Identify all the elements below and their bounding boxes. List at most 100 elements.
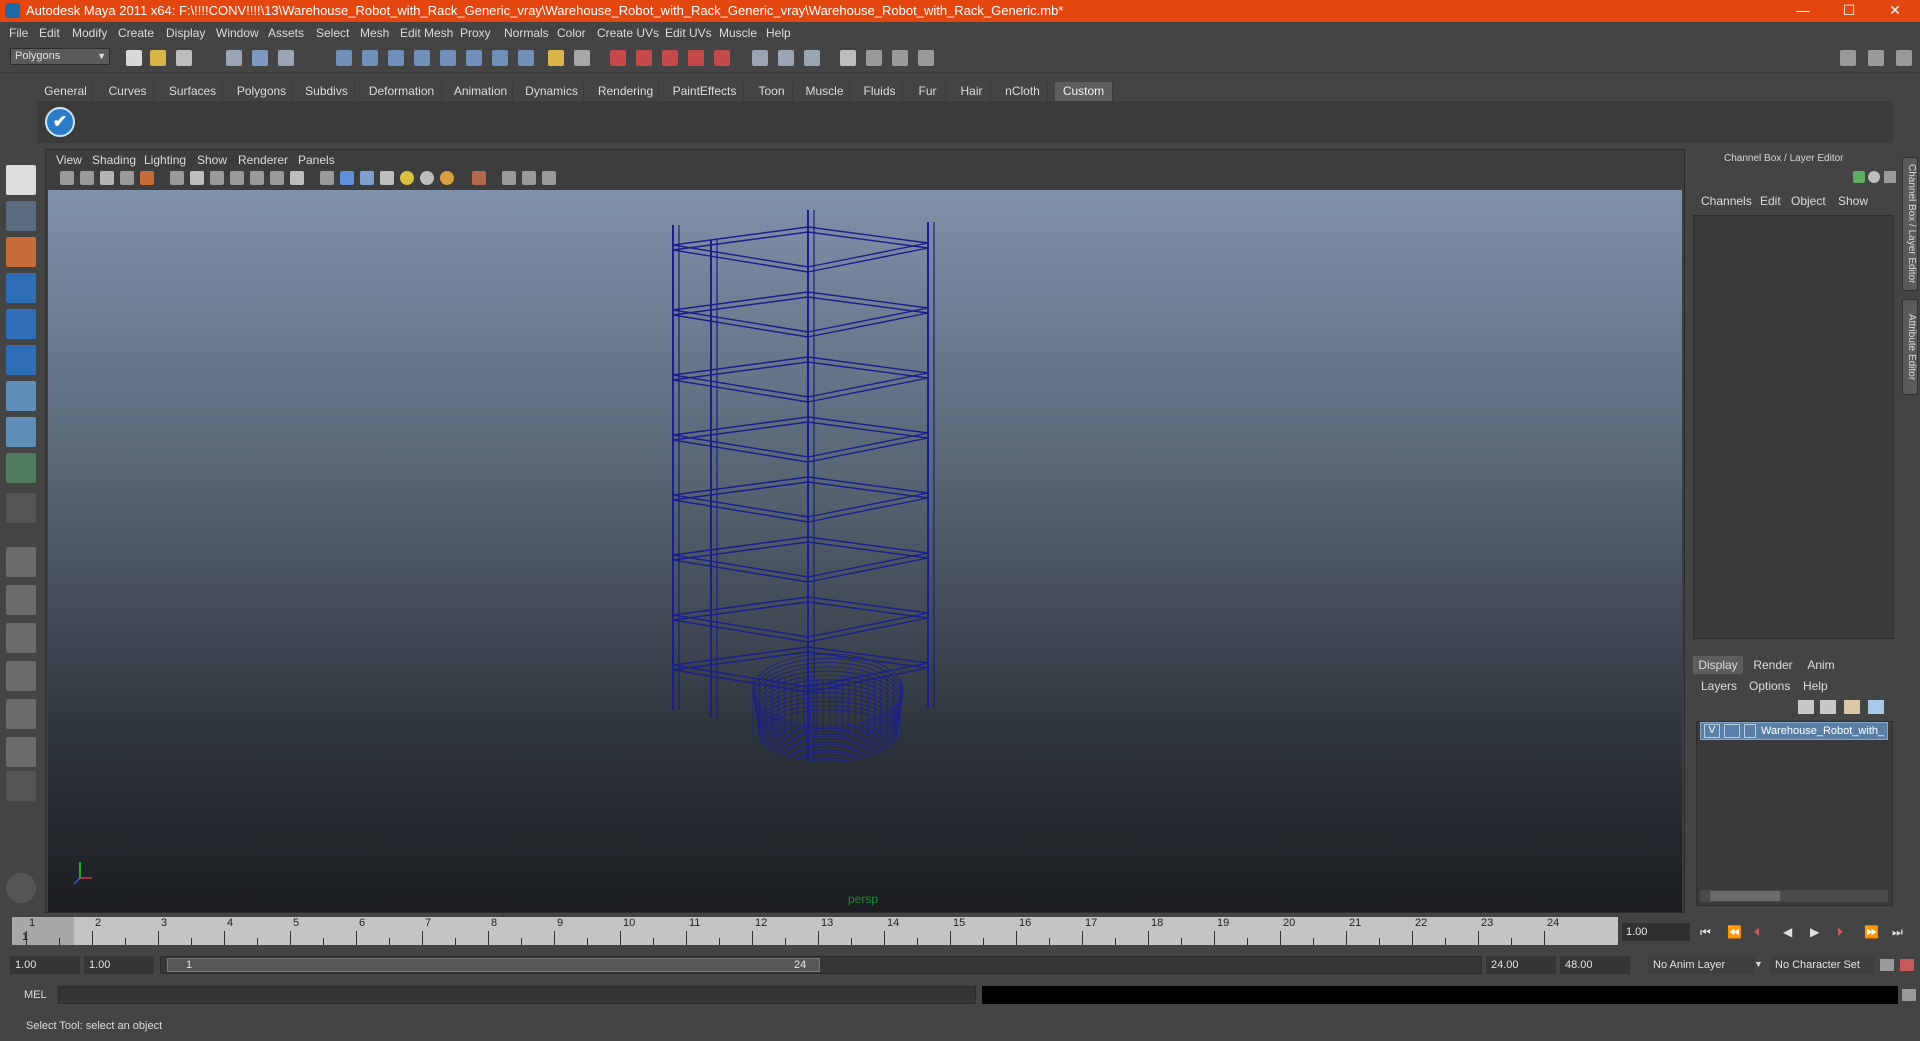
shelf-tab-animation[interactable]: Animation <box>449 82 513 101</box>
show-manipulator-icon[interactable] <box>6 453 36 483</box>
go-to-end-button[interactable]: ⏭ <box>1892 925 1903 940</box>
shelf-tab-polygons[interactable]: Polygons <box>232 82 292 101</box>
select-object-icon[interactable] <box>252 50 268 66</box>
new-layer-selected-icon[interactable] <box>1868 700 1884 714</box>
move-layer-down-icon[interactable] <box>1820 700 1836 714</box>
dope-sheet-icon[interactable] <box>866 50 882 66</box>
selection-mask-icon[interactable] <box>574 50 590 66</box>
universal-manipulator-icon[interactable] <box>6 381 36 411</box>
play-backwards-button[interactable]: ◀ <box>1783 925 1792 939</box>
start-time-field[interactable]: 1.00 <box>10 956 80 974</box>
select-component-icon[interactable] <box>278 50 294 66</box>
menu-color[interactable]: Color <box>557 26 586 40</box>
menu-file[interactable]: File <box>9 26 28 40</box>
side-tab-channel-box[interactable]: Channel Box / Layer Editor <box>1902 157 1918 291</box>
render-view-icon[interactable] <box>714 50 730 66</box>
graph-editor-icon[interactable] <box>840 50 856 66</box>
new-scene-icon[interactable] <box>126 50 142 66</box>
paint-select-tool-icon[interactable] <box>6 237 36 267</box>
hand-icon[interactable] <box>6 873 36 903</box>
step-back-frame-button[interactable]: ⏴ <box>1754 925 1760 940</box>
layer-visibility-toggle[interactable]: V <box>1704 724 1720 738</box>
hypershade-icon[interactable] <box>688 50 704 66</box>
layout-persp-graph-hypergraph-icon[interactable] <box>6 737 36 767</box>
perspective-viewport[interactable]: persp <box>48 190 1682 912</box>
select-tool-icon[interactable] <box>6 165 36 195</box>
shelf-tab-general[interactable]: General <box>40 82 92 101</box>
menu-muscle[interactable]: Muscle <box>719 26 757 40</box>
field-chart-icon[interactable] <box>250 171 264 185</box>
image-plane-icon[interactable] <box>120 171 134 185</box>
channel-box-attribute-icon[interactable] <box>1868 171 1880 183</box>
checkmark-icon[interactable]: ✔ <box>45 107 75 137</box>
channel-box-menu-edit[interactable]: Edit <box>1760 194 1781 208</box>
textured-icon[interactable] <box>380 171 394 185</box>
close-button[interactable]: ✕ <box>1872 0 1918 22</box>
grid-icon[interactable] <box>170 171 184 185</box>
end-time-field[interactable]: 48.00 <box>1560 956 1630 974</box>
shelf-tab-hair[interactable]: Hair <box>953 82 991 101</box>
menu-normals[interactable]: Normals <box>504 26 549 40</box>
layout-four-view-icon[interactable] <box>6 585 36 615</box>
shelf-tab-painteffects[interactable]: PaintEffects <box>666 82 744 101</box>
new-layer-icon[interactable] <box>1844 700 1860 714</box>
camera-attributes-icon[interactable] <box>80 171 94 185</box>
channel-box-menu-object[interactable]: Object <box>1791 194 1826 208</box>
resolution-gate-icon[interactable] <box>210 171 224 185</box>
save-scene-icon[interactable] <box>176 50 192 66</box>
auto-key-icon[interactable] <box>1880 959 1894 971</box>
gate-mask-icon[interactable] <box>230 171 244 185</box>
layer-scroll-thumb[interactable] <box>1710 891 1780 901</box>
shelf-tab-ncloth[interactable]: nCloth <box>998 82 1048 101</box>
playback-start-field[interactable]: 1.00 <box>84 956 154 974</box>
shelf-tab-subdivs[interactable]: Subdivs <box>299 82 355 101</box>
snap-curve-icon[interactable] <box>362 50 378 66</box>
safe-action-icon[interactable] <box>270 171 284 185</box>
viewport-menu-panels[interactable]: Panels <box>298 153 335 167</box>
channel-box-pin-icon[interactable] <box>1884 171 1896 183</box>
wireframe-icon[interactable] <box>320 171 334 185</box>
lock-icon[interactable] <box>548 50 564 66</box>
menu-edit[interactable]: Edit <box>39 26 60 40</box>
safe-title-icon[interactable] <box>290 171 304 185</box>
menu-mesh[interactable]: Mesh <box>360 26 389 40</box>
layer-menu-options[interactable]: Options <box>1749 679 1790 693</box>
layer-color-icon[interactable] <box>1744 724 1756 738</box>
toggle-channel-box-icon[interactable] <box>1896 50 1912 66</box>
layer-tab-display[interactable]: Display <box>1693 656 1743 674</box>
move-tool-icon[interactable] <box>6 273 36 303</box>
layout-hypershade-icon[interactable] <box>6 699 36 729</box>
rotate-tool-icon[interactable] <box>6 309 36 339</box>
ipr-render-icon[interactable] <box>636 50 652 66</box>
step-forward-frame-button[interactable]: ⏵ <box>1837 925 1843 940</box>
channel-box-menu-channels[interactable]: Channels <box>1701 194 1752 208</box>
menu-edit-uvs[interactable]: Edit UVs <box>665 26 712 40</box>
viewport-menu-view[interactable]: View <box>56 153 82 167</box>
help-icon[interactable] <box>518 50 534 66</box>
layer-menu-help[interactable]: Help <box>1803 679 1828 693</box>
layer-list-scrollbar[interactable] <box>1700 890 1888 902</box>
layout-single-perspective-icon[interactable] <box>6 547 36 577</box>
viewport-menu-renderer[interactable]: Renderer <box>238 153 288 167</box>
scale-tool-icon[interactable] <box>6 345 36 375</box>
move-layer-up-icon[interactable] <box>1798 700 1814 714</box>
xray-icon[interactable] <box>472 171 486 185</box>
shelf-tab-custom[interactable]: Custom <box>1055 82 1113 101</box>
isolate-select-icon[interactable] <box>140 171 154 185</box>
minimize-button[interactable]: — <box>1780 0 1826 22</box>
animation-preferences-icon[interactable] <box>1900 959 1914 971</box>
toggle-tool-settings-icon[interactable] <box>1868 50 1884 66</box>
viewport-menu-shading[interactable]: Shading <box>92 153 136 167</box>
channel-box-area[interactable] <box>1693 215 1894 639</box>
command-language-label[interactable]: MEL <box>24 989 47 1001</box>
layer-playback-toggle[interactable] <box>1724 724 1740 738</box>
share-icon[interactable] <box>542 171 556 185</box>
menu-edit-mesh[interactable]: Edit Mesh <box>400 26 453 40</box>
film-gate-icon[interactable] <box>190 171 204 185</box>
current-frame-field[interactable]: 1.00 <box>1622 923 1690 941</box>
shelf-tab-dynamics[interactable]: Dynamics <box>520 82 584 101</box>
playback-end-field[interactable]: 24.00 <box>1486 956 1556 974</box>
shelf-tab-toon[interactable]: Toon <box>751 82 793 101</box>
snap-plane-icon[interactable] <box>414 50 430 66</box>
layout-persp-graph-icon[interactable] <box>6 661 36 691</box>
